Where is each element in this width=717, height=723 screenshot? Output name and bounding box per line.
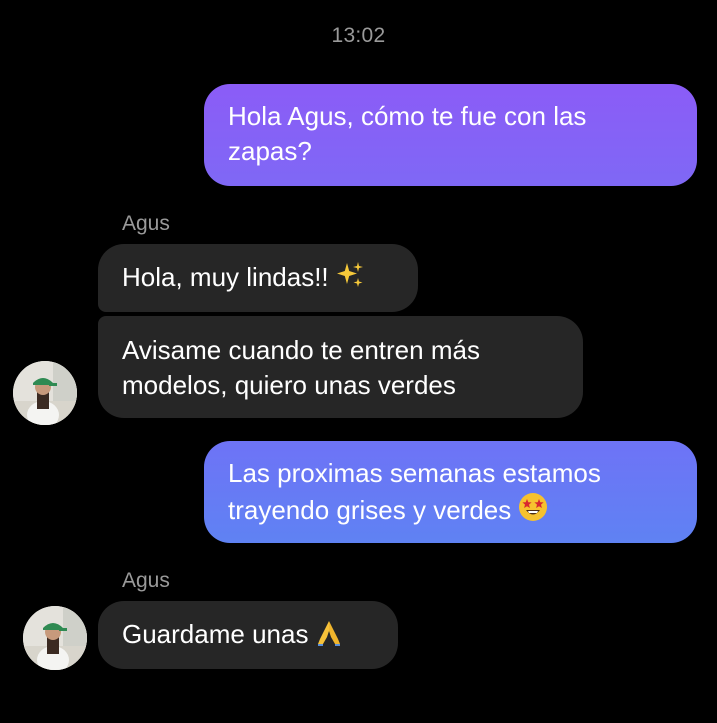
outgoing-message-bubble[interactable]: Hola Agus, cómo te fue con las zapas? — [204, 84, 697, 186]
message-text-line: trayendo grises y verdes — [228, 495, 512, 525]
message-text-line: Las proximas semanas estamos — [228, 458, 601, 488]
message-text-line: modelos, quiero unas verdes — [122, 370, 456, 400]
message-timestamp: 13:02 — [331, 24, 386, 47]
message-text-line: zapas? — [228, 136, 312, 166]
sender-name-label: Agus — [122, 212, 170, 235]
sparkles-icon — [335, 260, 365, 299]
contact-avatar[interactable] — [13, 361, 77, 425]
message-text-line-with-emoji: trayendo grises y verdes — [228, 491, 697, 532]
folded-hands-icon — [314, 617, 344, 656]
message-text: Guardame unas — [122, 619, 309, 649]
incoming-message-bubble[interactable]: Avisame cuando te entren más modelos, qu… — [98, 316, 583, 418]
star-struck-face-icon — [517, 491, 549, 532]
message-text-line: Hola Agus, cómo te fue con las — [228, 101, 587, 131]
message-text-line: Avisame cuando te entren más — [122, 335, 480, 365]
message-text: Hola, muy lindas!! — [122, 262, 329, 292]
sender-name-label: Agus — [122, 569, 170, 592]
outgoing-message-bubble[interactable]: Las proximas semanas estamos trayendo gr… — [204, 441, 697, 543]
incoming-message-bubble[interactable]: Hola, muy lindas!! — [98, 244, 418, 312]
incoming-message-bubble[interactable]: Guardame unas — [98, 601, 398, 669]
contact-avatar[interactable] — [23, 606, 87, 670]
